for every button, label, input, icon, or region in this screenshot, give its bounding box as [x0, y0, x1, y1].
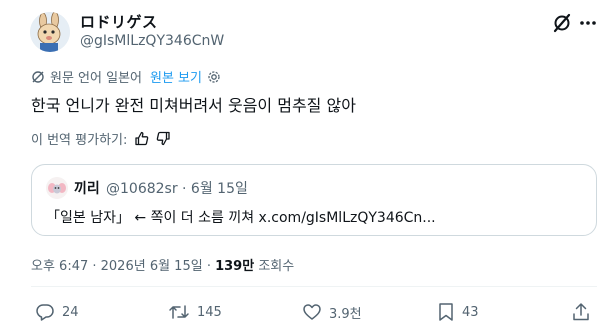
- repost-count: 145: [197, 304, 222, 320]
- thumbs-down-icon[interactable]: [156, 131, 171, 146]
- repost-icon: [168, 302, 190, 322]
- original-language-label: 원문 언어 일본어: [50, 71, 142, 86]
- more-icon[interactable]: [578, 12, 598, 34]
- bookmark-icon: [437, 302, 455, 322]
- translation-info: 원문 언어 일본어 원본 보기: [31, 67, 221, 86]
- thumbs-up-icon[interactable]: [134, 131, 149, 146]
- repost-button[interactable]: 145: [168, 302, 222, 322]
- quote-author-avatar[interactable]: [46, 177, 68, 199]
- quote-tweet-text: 「일본 남자」 ← 쪽이 더 소름 끼쳐 x.com/gIsMlLzQY346C…: [46, 210, 436, 226]
- translate-icon: [31, 70, 45, 84]
- reply-count: 24: [62, 304, 79, 320]
- like-count: 3.9천: [329, 306, 362, 322]
- quote-author-name[interactable]: 끼리: [74, 178, 100, 198]
- gear-icon[interactable]: [207, 70, 221, 84]
- like-button[interactable]: 3.9천: [302, 302, 362, 322]
- bookmark-button[interactable]: 43: [437, 302, 479, 322]
- divider: [31, 286, 597, 287]
- heart-icon: [302, 302, 322, 322]
- views-label: 조회수: [254, 259, 295, 274]
- tweet-text: 한국 언니가 완전 미쳐버려서 웃음이 멈추질 않아: [31, 96, 356, 115]
- share-icon: [571, 302, 591, 322]
- share-button[interactable]: [571, 302, 591, 322]
- tweet-timestamp: 오후 6:47 · 2026년 6월 15일 · 139만 조회수: [31, 255, 294, 274]
- quote-author-meta: @10682sr · 6월 15일: [106, 181, 248, 197]
- timestamp-date[interactable]: 오후 6:47 · 2026년 6월 15일 ·: [31, 259, 215, 274]
- views-count: 139만: [215, 259, 255, 274]
- reply-button[interactable]: 24: [35, 302, 79, 322]
- show-original-link[interactable]: 원본 보기: [150, 67, 202, 86]
- author-avatar[interactable]: [30, 12, 70, 52]
- bookmark-count: 43: [462, 304, 479, 320]
- reply-icon: [35, 302, 55, 322]
- rate-translation: 이 번역 평가하기:: [31, 129, 171, 148]
- author-display-name[interactable]: ロドリゲス: [80, 11, 158, 32]
- rate-translation-label: 이 번역 평가하기:: [31, 133, 128, 148]
- author-handle[interactable]: @gIsMlLzQY346CnW: [80, 33, 224, 49]
- quote-tweet-card[interactable]: 끼리 @10682sr · 6월 15일 「일본 남자」 ← 쪽이 더 소름 끼…: [31, 164, 597, 236]
- grok-icon[interactable]: [551, 12, 573, 34]
